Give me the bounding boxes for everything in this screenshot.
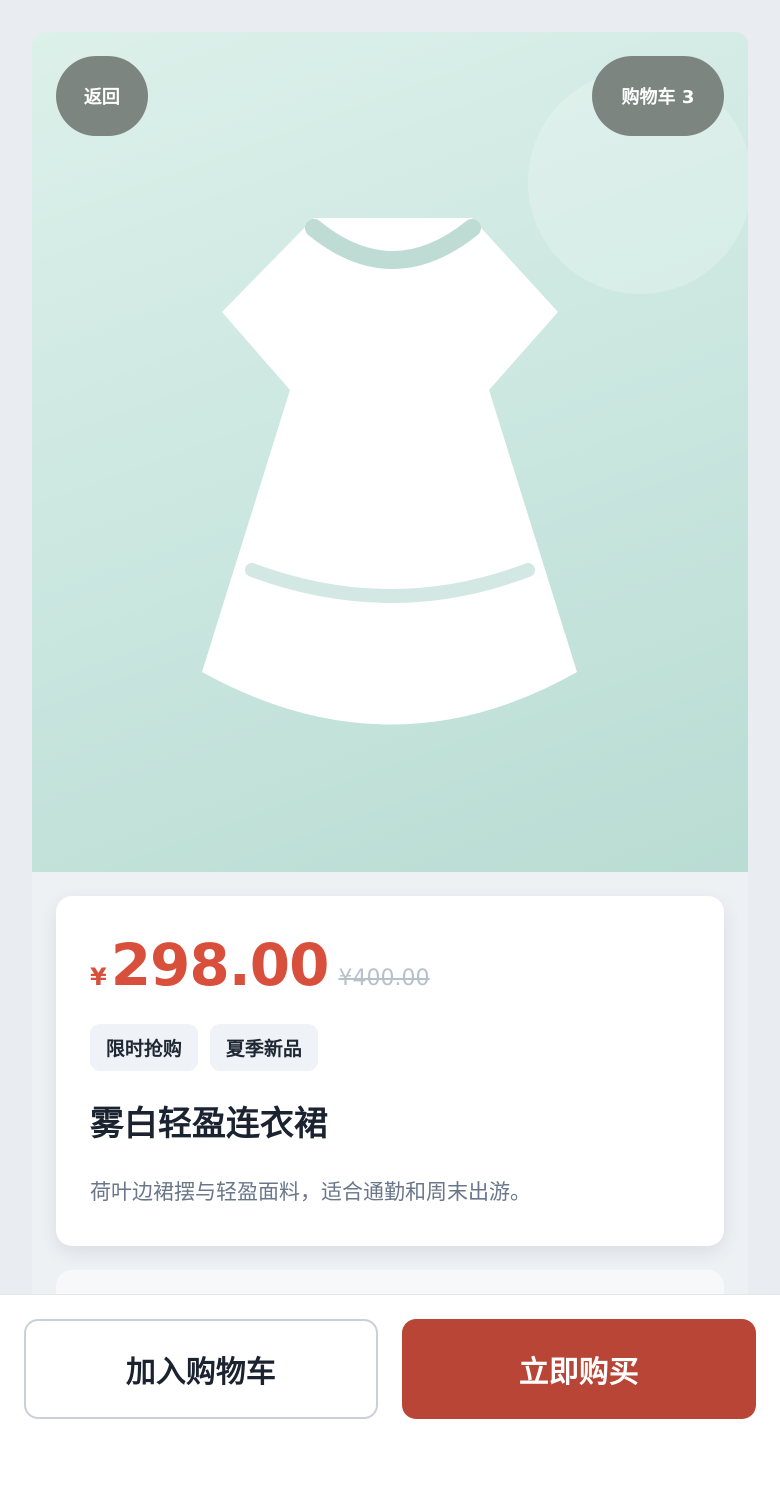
price-row: ¥ 298.00 ¥400.00	[90, 936, 430, 994]
dress-icon	[202, 218, 577, 725]
product-hero: 返回 购物车 3	[32, 32, 748, 872]
tag-summer-new: 夏季新品	[210, 1024, 319, 1071]
product-description: 荷叶边裙摆与轻盈面料，适合通勤和周末出游。	[90, 1180, 531, 1204]
product-detail-page: 返回 购物车 3 ¥ 298.00 ¥400.00 限时抢购 夏季新品 雾白轻盈…	[0, 0, 780, 1506]
add-to-cart-button[interactable]: 加入购物车	[24, 1319, 378, 1419]
tag-list: 限时抢购 夏季新品	[90, 1024, 319, 1071]
original-price: ¥400.00	[338, 966, 430, 991]
current-price: 298.00	[110, 931, 330, 999]
back-button[interactable]: 返回	[56, 56, 148, 136]
buy-now-button[interactable]: 立即购买	[402, 1319, 756, 1419]
currency-symbol: ¥	[90, 963, 107, 991]
cart-button[interactable]: 购物车 3	[592, 56, 724, 136]
tag-flash-sale: 限时抢购	[90, 1024, 199, 1071]
product-info-card: ¥ 298.00 ¥400.00 限时抢购 夏季新品 雾白轻盈连衣裙 荷叶边裙摆…	[56, 896, 724, 1246]
product-title: 雾白轻盈连衣裙	[90, 1104, 328, 1144]
bottom-action-bar: 加入购物车 立即购买	[0, 1294, 780, 1506]
